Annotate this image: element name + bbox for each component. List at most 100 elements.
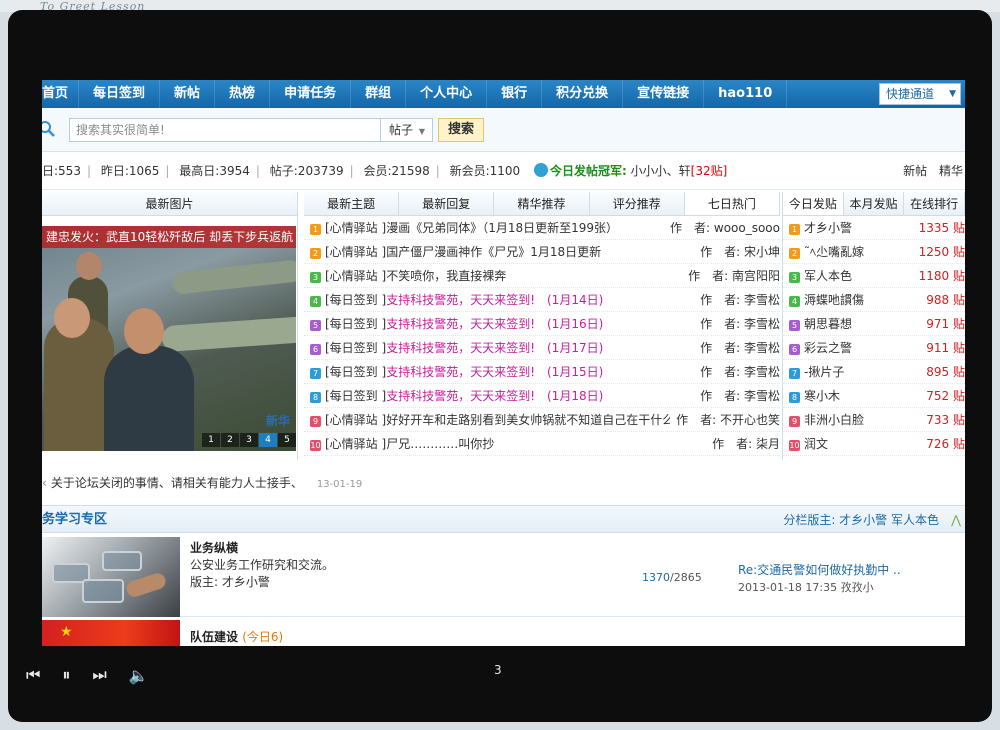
topic-category[interactable]: [每日签到 ] [325, 389, 386, 403]
topic-author[interactable]: 作 者: 李雪松 [694, 288, 780, 311]
photo-caption[interactable]: 建忠发火：武直10轻松歼敌后 却丢下步兵返航 [42, 226, 296, 248]
forum-name[interactable]: 业务纵横 [190, 539, 238, 556]
category-moderators[interactable]: 分栏版主: 才乡小警 军人本色 [783, 506, 939, 534]
topic-title[interactable]: 支持科技警苑，天天来签到! (1月16日) [386, 317, 603, 331]
nav-hot-list[interactable]: 热榜 [215, 80, 271, 108]
topic-category[interactable]: [每日签到 ] [325, 317, 386, 331]
tab-online-rank[interactable]: 在线排行 [904, 192, 965, 215]
photo-page-1[interactable]: 1 [202, 433, 220, 447]
topic-category[interactable]: [心情驿站 ] [325, 221, 386, 235]
topic-row[interactable]: 8 [每日签到 ]支持科技警苑，天天来签到! (1月18日) 作 者: 李雪松 [304, 384, 780, 408]
link-featured[interactable]: 精华 [939, 164, 963, 178]
topic-category[interactable]: [每日签到 ] [325, 293, 386, 307]
topic-title[interactable]: 好好开车和走路别看到美女帅锅就不知道自己在干什么 [386, 413, 674, 427]
link-new-posts[interactable]: 新帖 [903, 164, 927, 178]
nav-home[interactable]: 首页 [42, 80, 80, 108]
previous-icon[interactable]: ⏮ [26, 665, 40, 685]
ranking-row[interactable]: 8 寒小木 752 贴 [783, 384, 965, 408]
topic-category[interactable]: [心情驿站 ] [325, 245, 386, 259]
ranking-row[interactable]: 10 润文 726 贴 [783, 432, 965, 456]
nav-daily-signin[interactable]: 每日签到 [79, 80, 161, 108]
search-input[interactable]: 搜索其实很简单! [69, 118, 381, 142]
topic-category[interactable]: [每日签到 ] [325, 365, 386, 379]
ranking-user[interactable]: 寒小木 [804, 389, 840, 403]
topic-category[interactable]: [每日签到 ] [325, 341, 386, 355]
tab-today-posts[interactable]: 今日发贴 [783, 192, 844, 215]
topic-author[interactable]: 作 者: 柒月 [706, 432, 780, 455]
topic-title[interactable]: 支持科技警苑，天天来签到! (1月18日) [386, 389, 603, 403]
topic-title[interactable]: 支持科技警苑，天天来签到! (1月15日) [386, 365, 603, 379]
volume-icon[interactable]: 🔈 [129, 666, 149, 685]
photo-page-2[interactable]: 2 [221, 433, 239, 447]
category-title[interactable]: 务学习专区 [42, 512, 107, 527]
next-icon[interactable]: ⏭ [92, 665, 106, 685]
search-button[interactable]: 搜索 [438, 118, 484, 142]
nav-promo-links[interactable]: 宣传链接 [623, 80, 705, 108]
featured-photo[interactable]: 建忠发火：武直10轻松歼敌后 却丢下步兵返航 新华 1 2 3 4 5 [42, 226, 296, 451]
nav-points-exchange[interactable]: 积分兑换 [542, 80, 624, 108]
ranking-row[interactable]: 3 军人本色 1180 贴 [783, 264, 965, 288]
tab-rated[interactable]: 评分推荐 [590, 192, 685, 215]
nav-user-center[interactable]: 个人中心 [406, 80, 488, 108]
ranking-user[interactable]: ˜ﾍ尐嘴亂嫁 [804, 245, 864, 259]
nav-groups[interactable]: 群组 [351, 80, 407, 108]
tab-featured[interactable]: 精华推荐 [494, 192, 590, 215]
tab-weekly-hot[interactable]: 七日热门 [684, 192, 781, 215]
topic-author[interactable]: 作 者: 李雪松 [694, 312, 780, 335]
ranking-user[interactable]: 才乡小警 [804, 221, 852, 235]
topic-row[interactable]: 5 [每日签到 ]支持科技警苑，天天来签到! (1月16日) 作 者: 李雪松 [304, 312, 780, 336]
ranking-user[interactable]: 润文 [804, 437, 828, 451]
nav-new-posts[interactable]: 新帖 [160, 80, 216, 108]
topic-author[interactable]: 作 者: 李雪松 [694, 384, 780, 407]
tab-latest-topics[interactable]: 最新主题 [304, 192, 400, 215]
search-type-select[interactable]: 帖子 ▼ [381, 118, 433, 142]
topic-row[interactable]: 6 [每日签到 ]支持科技警苑，天天来签到! (1月17日) 作 者: 李雪松 [304, 336, 780, 360]
topic-category[interactable]: [心情驿站 ] [325, 413, 386, 427]
topic-row[interactable]: 3 [心情驿站 ]不笑喷你，我直接裸奔 作 者: 南宫阳阳 [304, 264, 780, 288]
forum-moderator[interactable]: 版主: 才乡小警 [190, 573, 270, 590]
ranking-row[interactable]: 1 才乡小警 1335 贴 [783, 216, 965, 240]
forum-thumbnail[interactable]: ★ [42, 620, 180, 646]
nav-apply-task[interactable]: 申请任务 [270, 80, 352, 108]
ranking-row[interactable]: 7 -揪片子 895 贴 [783, 360, 965, 384]
topic-row[interactable]: 10 [心情驿站 ]尸兄…………叫你抄 作 者: 柒月 [304, 432, 780, 456]
topic-author[interactable]: 作 者: 李雪松 [694, 336, 780, 359]
topic-title[interactable]: 漫画《兄弟同体》（1月18日更新至199张） [386, 221, 618, 235]
topic-author[interactable]: 作 者: 宋小坤 [694, 240, 780, 263]
topic-category[interactable]: [心情驿站 ] [325, 269, 386, 283]
ranking-user[interactable]: 非洲小白脸 [804, 413, 864, 427]
nav-hao110[interactable]: hao110 [704, 80, 788, 108]
forum-thumbnail[interactable] [42, 537, 180, 617]
ranking-user[interactable]: 溽蝶吔謴傷 [804, 293, 864, 307]
topic-row[interactable]: 4 [每日签到 ]支持科技警苑，天天来签到! (1月14日) 作 者: 李雪松 [304, 288, 780, 312]
topic-title[interactable]: 支持科技警苑，天天来签到! (1月14日) [386, 293, 603, 307]
forum-name[interactable]: 队伍建设 (今日6) [190, 628, 283, 645]
ranking-row[interactable]: 4 溽蝶吔謴傷 988 贴 [783, 288, 965, 312]
topic-row[interactable]: 1 [心情驿站 ]漫画《兄弟同体》（1月18日更新至199张） 作 者: wooo_… [304, 216, 780, 240]
topic-title[interactable]: 不笑喷你，我直接裸奔 [386, 269, 506, 283]
topic-author[interactable]: 作 者: 不开心也笑 [670, 408, 780, 431]
topic-author[interactable]: 作 者: 李雪松 [694, 360, 780, 383]
topic-row[interactable]: 7 [每日签到 ]支持科技警苑，天天来签到! (1月15日) 作 者: 李雪松 [304, 360, 780, 384]
quick-access-dropdown[interactable]: 快捷通道 ▼ [879, 83, 961, 105]
photo-page-3[interactable]: 3 [240, 433, 258, 447]
forum-last-post-link[interactable]: Re:交通民警如何做好执勤中 .. [738, 561, 901, 578]
ranking-row[interactable]: 9 非洲小白脸 733 贴 [783, 408, 965, 432]
ranking-user[interactable]: 彩云之警 [804, 341, 852, 355]
champ-name[interactable]: 小小小、轩 [631, 164, 691, 178]
topic-category[interactable]: [心情驿站 ] [325, 437, 386, 451]
topic-author[interactable]: 作 者: 南宫阳阳 [682, 264, 780, 287]
ranking-user[interactable]: 军人本色 [804, 269, 852, 283]
ranking-row[interactable]: 5 朝思暮想 971 贴 [783, 312, 965, 336]
ranking-user[interactable]: 朝思暮想 [804, 317, 852, 331]
announcement-link[interactable]: 关于论坛关闭的事情、请相关有能力人士接手、 [51, 476, 303, 490]
topic-title[interactable]: 尸兄…………叫你抄 [386, 437, 494, 451]
ranking-row[interactable]: 6 彩云之警 911 贴 [783, 336, 965, 360]
topic-author[interactable]: 作 者: wooo_sooo [664, 216, 780, 239]
topic-title[interactable]: 支持科技警苑，天天来签到! (1月17日) [386, 341, 603, 355]
topic-title[interactable]: 国产僵尸漫画神作《尸兄》1月18日更新 [386, 245, 601, 259]
pause-icon[interactable]: ⏸ [62, 665, 70, 685]
search-icon[interactable] [42, 120, 56, 138]
ranking-user[interactable]: -揪片子 [804, 365, 844, 379]
photo-page-5[interactable]: 5 [278, 433, 296, 447]
